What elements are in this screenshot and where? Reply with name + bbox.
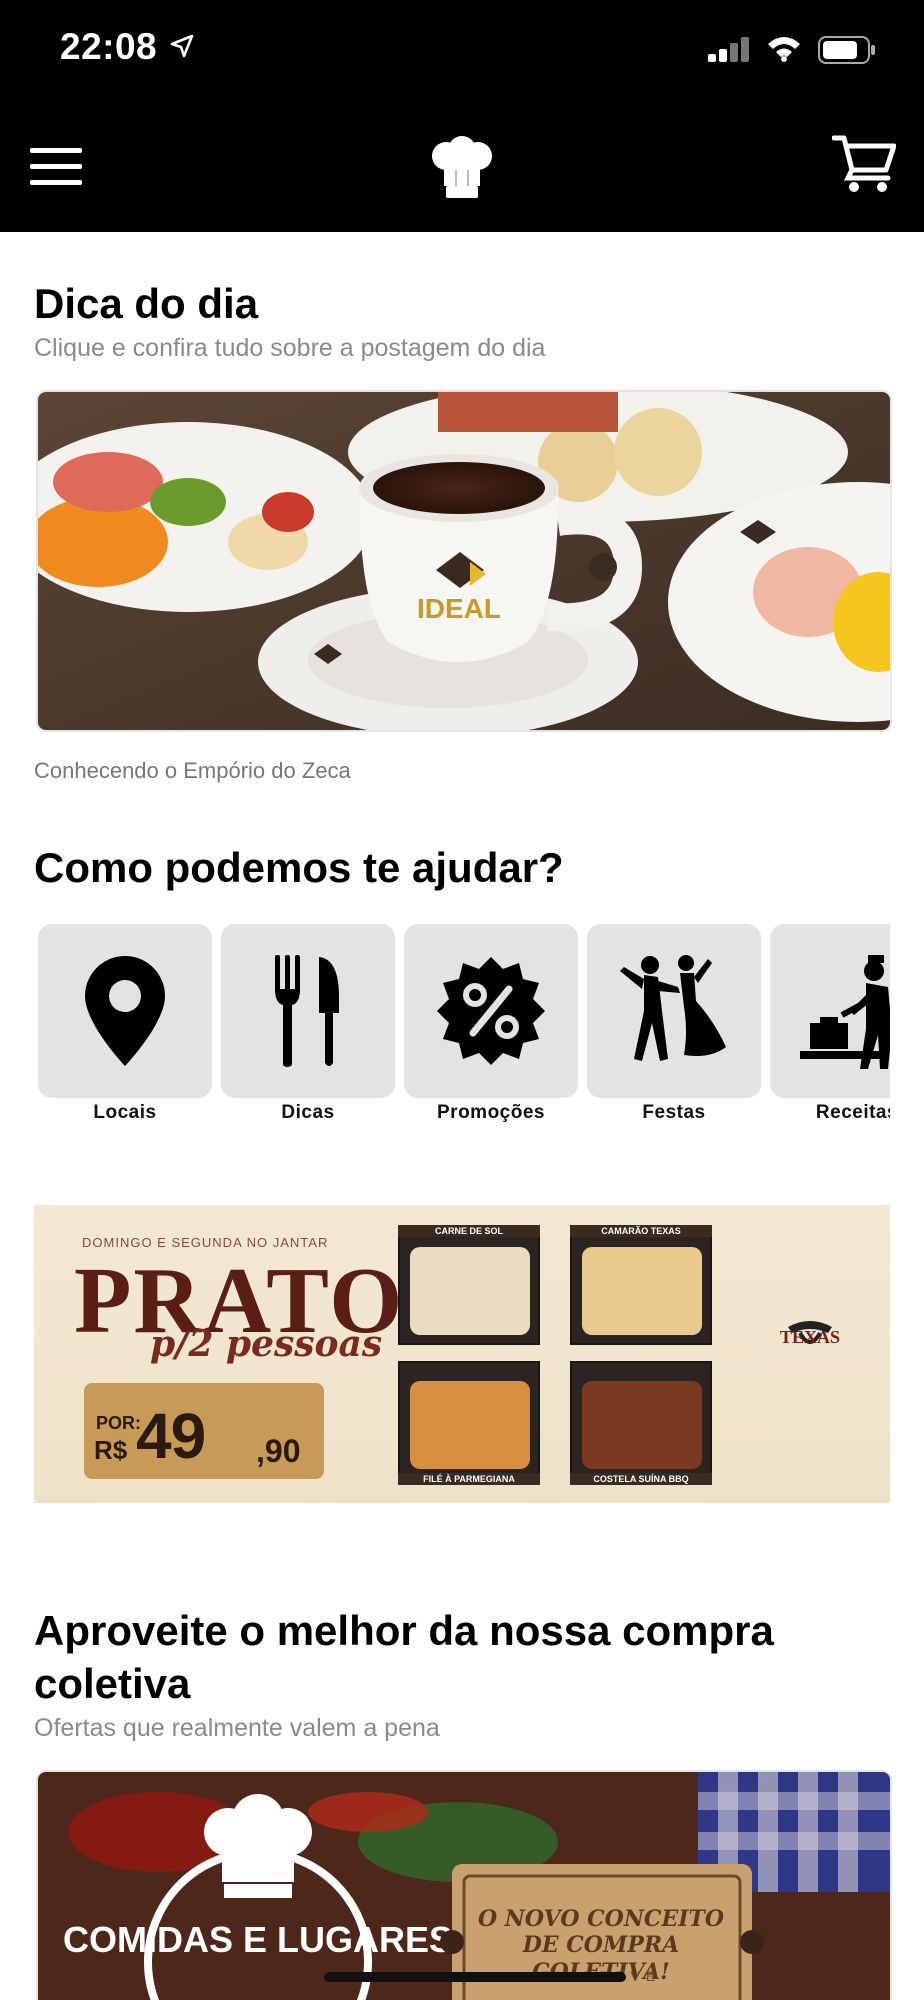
shopping-cart-icon[interactable] bbox=[832, 132, 896, 194]
price-value: 49 bbox=[136, 1400, 206, 1472]
help-item-label: Promoções bbox=[437, 1102, 545, 1123]
fork-knife-icon bbox=[275, 955, 339, 1067]
wifi-icon bbox=[768, 37, 800, 62]
tip-of-day-title: Dica do dia bbox=[34, 280, 259, 327]
tip-of-day-subtitle: Clique e confira tudo sobre a postagem d… bbox=[34, 334, 546, 362]
help-section-title: Como podemos te ajudar? bbox=[34, 844, 564, 891]
status-bar: 22:08 bbox=[0, 0, 924, 100]
help-item-label: Dicas bbox=[281, 1102, 335, 1123]
dancing-couple-icon bbox=[620, 955, 726, 1061]
chef-cooking-icon bbox=[800, 955, 890, 1069]
dish-label: CARNE DE SOL bbox=[398, 1225, 540, 1237]
chef-hat-icon[interactable] bbox=[428, 136, 496, 200]
location-arrow-icon bbox=[170, 34, 194, 58]
dish-label: COSTELA SUÍNA BBQ bbox=[570, 1473, 712, 1485]
status-time: 22:08 bbox=[60, 26, 158, 67]
breakfast-photo: IDEAL bbox=[38, 392, 890, 730]
tip-of-day-caption: Conhecendo o Empório do Zeca bbox=[34, 758, 351, 783]
group-buy-artwork: COMIDAS E LUGARES bbox=[38, 1772, 890, 2000]
dish-photo bbox=[570, 1361, 712, 1479]
dish-label: FILÉ À PARMEGIANA bbox=[398, 1473, 540, 1485]
help-item-label: Receitas bbox=[815, 1102, 890, 1123]
promo-subheadline: p/2 pessoas bbox=[150, 1323, 383, 1365]
percent-badge-icon bbox=[437, 957, 545, 1065]
cup-brand-text: IDEAL bbox=[417, 593, 501, 624]
group-buy-title: Aproveite o melhor da nossa compra colet… bbox=[34, 1607, 774, 1707]
dish-photo bbox=[570, 1227, 712, 1345]
promo-brand: TEXAS bbox=[779, 1327, 841, 1347]
battery-icon bbox=[818, 36, 875, 64]
dish-label: CAMARÃO TEXAS bbox=[570, 1225, 712, 1237]
dish-photo bbox=[398, 1361, 540, 1479]
help-item-label: Festas bbox=[642, 1102, 706, 1123]
cellular-signal-icon bbox=[708, 36, 752, 62]
help-item-dicas[interactable]: Dicas bbox=[221, 924, 395, 1124]
location-pin-icon bbox=[85, 956, 165, 1066]
price-currency: R$ bbox=[94, 1435, 128, 1465]
home-indicator[interactable] bbox=[324, 1972, 626, 1982]
price-tag: POR: R$ 49 ,90 bbox=[84, 1383, 324, 1479]
price-prefix: POR: bbox=[96, 1413, 141, 1433]
group-buy-subtitle: Ofertas que realmente valem a pena bbox=[34, 1714, 440, 1742]
help-item-locais[interactable]: Locais bbox=[38, 924, 212, 1124]
group-buy-banner[interactable]: COMIDAS E LUGARES O NOVO CONCEITO DE COM… bbox=[36, 1770, 892, 2000]
help-item-festas[interactable]: Festas bbox=[587, 924, 761, 1124]
hamburger-menu-icon[interactable] bbox=[30, 148, 82, 186]
help-carousel[interactable]: Locais Dicas Promoções Festas Receitas bbox=[38, 924, 890, 1134]
help-item-promocoes[interactable]: Promoções bbox=[404, 924, 578, 1124]
dish-photo bbox=[398, 1227, 540, 1345]
promo-banner[interactable]: DOMINGO E SEGUNDA NO JANTAR PRATOS p/2 p… bbox=[34, 1205, 890, 1503]
tip-of-day-image[interactable]: IDEAL bbox=[36, 390, 892, 732]
price-cents: ,90 bbox=[256, 1433, 301, 1469]
help-item-label: Locais bbox=[93, 1102, 157, 1123]
top-nav-bar bbox=[0, 100, 924, 232]
banner-brand-text: COMIDAS E LUGARES bbox=[63, 1919, 453, 1960]
help-item-receitas[interactable]: Receitas bbox=[770, 924, 890, 1124]
